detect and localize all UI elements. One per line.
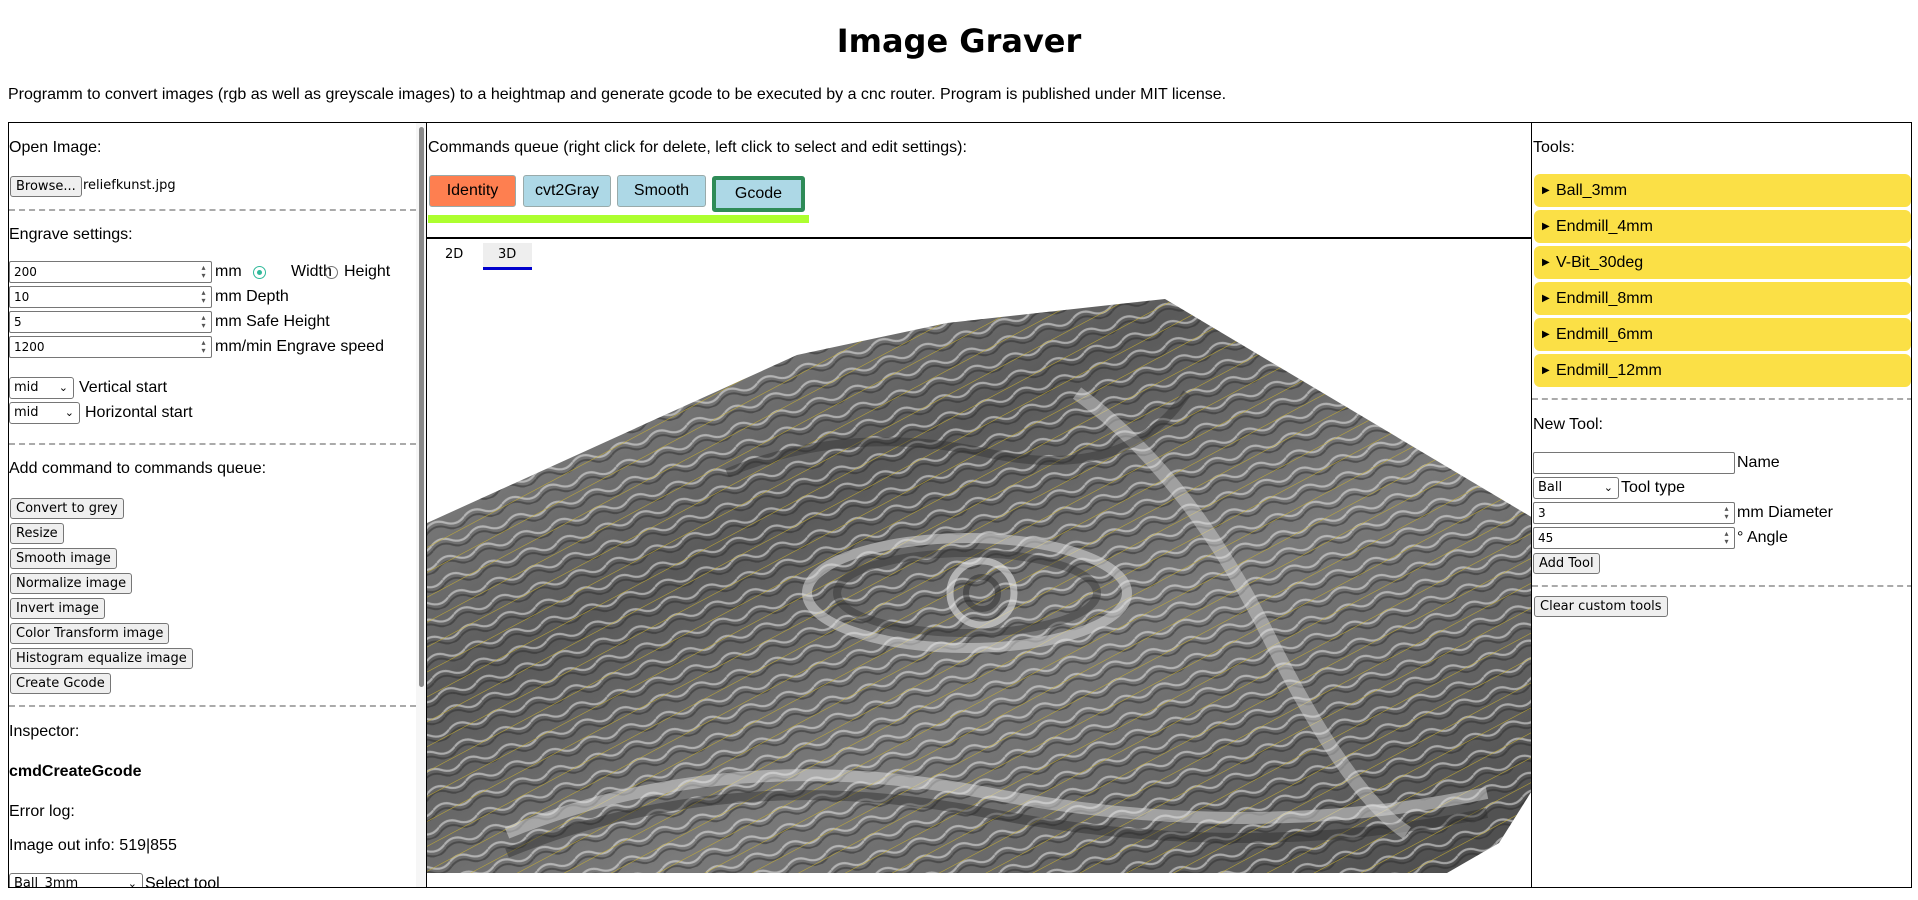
- normalize-image-button[interactable]: Normalize image: [10, 573, 133, 594]
- clear-custom-tools-button[interactable]: Clear custom tools: [1534, 596, 1668, 617]
- vertical-start-label: Vertical start: [79, 379, 168, 396]
- horizontal-start-select[interactable]: mid ⌄: [9, 402, 80, 424]
- tool-name-label: Name: [1737, 454, 1780, 471]
- tool-item-endmill-4mm[interactable]: ▶ Endmill_4mm: [1534, 210, 1911, 243]
- scrollbar-thumb[interactable]: [419, 127, 424, 687]
- color-transform-button[interactable]: Color Transform image: [10, 623, 170, 644]
- engrave-speed-input[interactable]: 1200 ▴ ▾: [9, 336, 212, 358]
- spin-arrows-icon: ▴ ▾: [1724, 504, 1729, 521]
- caret-right-icon: ▶: [1542, 221, 1550, 232]
- caret-right-icon: ▶: [1542, 329, 1550, 340]
- tool-item-endmill-6mm[interactable]: ▶ Endmill_6mm: [1534, 318, 1911, 351]
- commands-queue-label: Commands queue (right click for delete, …: [428, 139, 967, 156]
- tool-item-endmill-12mm[interactable]: ▶ Endmill_12mm: [1534, 354, 1911, 387]
- tool-type-select[interactable]: Ball ⌄: [1533, 477, 1619, 499]
- spin-arrows-icon: ▴ ▾: [1724, 529, 1729, 546]
- tool-angle-input[interactable]: 45 ▴ ▾: [1533, 527, 1735, 549]
- safe-height-label: mm Safe Height: [215, 313, 330, 330]
- chevron-down-icon: ⌄: [1603, 481, 1613, 494]
- tab-2d[interactable]: 2D: [445, 247, 463, 262]
- chevron-down-icon: ⌄: [58, 381, 68, 394]
- settings-panel: Open Image: Browse... reliefkunst.jpg En…: [8, 122, 427, 888]
- height-radio[interactable]: [325, 266, 338, 279]
- caret-right-icon: ▶: [1542, 293, 1550, 304]
- queue-item-gcode-selected[interactable]: Gcode: [712, 176, 805, 212]
- tool-type-label: Tool type: [1621, 479, 1686, 496]
- divider: [427, 237, 1531, 239]
- new-tool-label: New Tool:: [1533, 416, 1603, 433]
- vertical-start-select[interactable]: mid ⌄: [9, 377, 74, 399]
- page-title: Image Graver: [836, 22, 1082, 60]
- resize-button[interactable]: Resize: [10, 523, 64, 544]
- tool-diameter-label: mm Diameter: [1737, 504, 1834, 521]
- queue-item-smooth[interactable]: Smooth: [617, 175, 706, 207]
- invert-image-button[interactable]: Invert image: [10, 598, 105, 619]
- tool-item-v-bit-30deg[interactable]: ▶ V-Bit_30deg: [1534, 246, 1911, 279]
- caret-right-icon: ▶: [1542, 257, 1550, 268]
- relief-surface: [427, 299, 1531, 873]
- tool-diameter-input[interactable]: 3 ▴ ▾: [1533, 502, 1735, 524]
- spin-arrows-icon: ▴ ▾: [201, 338, 206, 355]
- inspector-command: cmdCreateGcode: [9, 763, 142, 780]
- queue-progress-bar: [428, 215, 809, 223]
- page-description: Programm to convert images (rgb as well …: [8, 86, 1227, 103]
- workspace-panel: Commands queue (right click for delete, …: [426, 122, 1532, 888]
- tools-panel: Tools: ▶ Ball_3mm ▶ Endmill_4mm ▶ V-Bit_30d…: [1531, 122, 1912, 888]
- tab-active-indicator: [483, 267, 532, 270]
- spin-arrows-icon: ▴ ▾: [201, 263, 206, 280]
- heightmap-3d-view[interactable]: [427, 273, 1532, 888]
- divider: [9, 705, 416, 707]
- horizontal-start-label: Horizontal start: [85, 404, 193, 421]
- caret-right-icon: ▶: [1542, 185, 1550, 196]
- tool-angle-label: ° Angle: [1737, 529, 1788, 546]
- divider: [1532, 398, 1911, 400]
- browse-button[interactable]: Browse...: [10, 176, 82, 197]
- divider: [1532, 585, 1911, 587]
- open-image-label: Open Image:: [9, 139, 102, 156]
- tool-item-ball-3mm[interactable]: ▶ Ball_3mm: [1534, 174, 1911, 207]
- spin-arrows-icon: ▴ ▾: [201, 288, 206, 305]
- smooth-image-button[interactable]: Smooth image: [10, 548, 117, 569]
- select-tool-select[interactable]: Ball_3mm ⌄: [9, 873, 143, 888]
- caret-right-icon: ▶: [1542, 365, 1550, 376]
- depth-input[interactable]: 10 ▴ ▾: [9, 286, 212, 308]
- tool-name-input[interactable]: [1533, 452, 1735, 474]
- engrave-speed-label: mm/min Engrave speed: [215, 338, 384, 355]
- tools-label: Tools:: [1533, 139, 1575, 156]
- divider: [9, 209, 416, 211]
- queue-item-identity[interactable]: Identity: [429, 175, 516, 207]
- create-gcode-button[interactable]: Create Gcode: [10, 673, 111, 694]
- add-command-label: Add command to commands queue:: [9, 460, 267, 477]
- image-out-info: Image out info: 519|855: [9, 837, 177, 854]
- queue-item-cvt2gray[interactable]: cvt2Gray: [523, 175, 611, 207]
- depth-label: mm Depth: [215, 288, 289, 305]
- error-log-label: Error log:: [9, 803, 75, 820]
- height-label: Height: [344, 263, 391, 280]
- chevron-down-icon: ⌄: [64, 406, 74, 419]
- tab-3d[interactable]: 3D: [498, 247, 516, 262]
- tool-item-endmill-8mm[interactable]: ▶ Endmill_8mm: [1534, 282, 1911, 315]
- width-radio[interactable]: [253, 266, 266, 279]
- convert-to-grey-button[interactable]: Convert to grey: [10, 498, 124, 519]
- divider: [9, 443, 416, 445]
- inspector-label: Inspector:: [9, 723, 80, 740]
- histogram-equalize-button[interactable]: Histogram equalize image: [10, 648, 193, 669]
- add-tool-button[interactable]: Add Tool: [1533, 553, 1600, 574]
- engrave-settings-label: Engrave settings:: [9, 226, 133, 243]
- chevron-down-icon: ⌄: [127, 877, 137, 888]
- file-name: reliefkunst.jpg: [83, 178, 176, 193]
- size-unit: mm: [215, 263, 242, 280]
- spin-arrows-icon: ▴ ▾: [201, 313, 206, 330]
- safe-height-input[interactable]: 5 ▴ ▾: [9, 311, 212, 333]
- select-tool-label: Select tool: [145, 875, 220, 888]
- size-input[interactable]: 200 ▴ ▾: [9, 261, 212, 283]
